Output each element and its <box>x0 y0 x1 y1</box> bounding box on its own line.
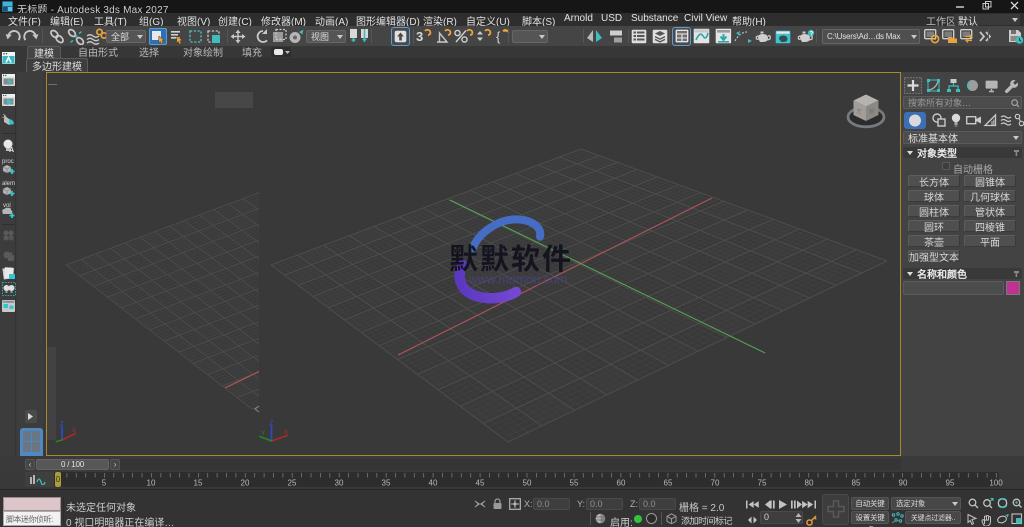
svg-text:55: 55 <box>570 479 579 488</box>
svg-text:45: 45 <box>476 479 485 488</box>
svg-text:50: 50 <box>523 479 532 488</box>
svg-text:100: 100 <box>989 479 1003 488</box>
svg-text:左: 左 <box>857 107 863 115</box>
svg-text:5: 5 <box>102 479 107 488</box>
svg-text:X: X <box>284 430 288 436</box>
svg-text:20: 20 <box>241 479 250 488</box>
svg-text:90: 90 <box>899 479 908 488</box>
svg-text:65: 65 <box>664 479 673 488</box>
svg-text:www.momorj.com: www.momorj.com <box>468 273 568 287</box>
svg-text:80: 80 <box>805 479 814 488</box>
svg-text:15: 15 <box>194 479 203 488</box>
svg-text:X: X <box>72 428 76 434</box>
svg-text:95: 95 <box>946 479 955 488</box>
svg-text:Y: Y <box>261 431 265 437</box>
svg-text:35: 35 <box>382 479 391 488</box>
svg-text:40: 40 <box>429 479 438 488</box>
svg-text:75: 75 <box>758 479 767 488</box>
svg-text:60: 60 <box>617 479 626 488</box>
svg-text:10: 10 <box>147 479 156 488</box>
svg-text:Z: Z <box>60 422 64 428</box>
svg-text:前: 前 <box>869 107 875 115</box>
svg-text:Z: Z <box>270 421 274 427</box>
svg-text:85: 85 <box>852 479 861 488</box>
svg-text:25: 25 <box>288 479 297 488</box>
svg-text:30: 30 <box>335 479 344 488</box>
svg-text:70: 70 <box>711 479 720 488</box>
